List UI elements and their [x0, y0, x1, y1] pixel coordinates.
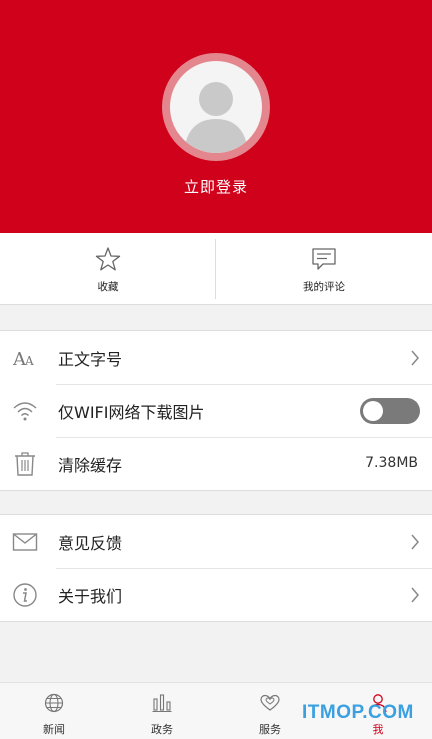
about-label: 关于我们	[58, 587, 123, 606]
tab-news[interactable]: 新闻	[0, 683, 108, 739]
hearts-icon	[260, 694, 280, 711]
feedback-row[interactable]: 意见反馈	[0, 515, 432, 568]
settings-group: A A 正文字号 仅WIFI网络下载图片 清除缓存 7.38MB	[0, 330, 432, 491]
tab-government-label: 政务	[151, 723, 173, 736]
bar-chart-icon	[152, 694, 172, 713]
watermark-text: ITMOP.COM	[302, 702, 414, 723]
tab-news-label: 新闻	[43, 723, 65, 736]
star-icon	[95, 247, 121, 271]
wifi-only-toggle[interactable]	[360, 398, 420, 424]
wifi-only-label: 仅WIFI网络下载图片	[58, 403, 205, 422]
chevron-right-icon	[411, 534, 419, 550]
my-comments-label: 我的评论	[303, 281, 345, 293]
feedback-label: 意见反馈	[58, 534, 123, 553]
more-group: 意见反馈 关于我们	[0, 514, 432, 622]
favorites-label: 收藏	[97, 281, 119, 293]
comment-icon	[312, 248, 336, 270]
font-size-row[interactable]: A A 正文字号	[0, 331, 432, 384]
mail-icon	[12, 533, 38, 551]
cache-size-value: 7.38MB	[365, 455, 418, 471]
toggle-knob	[363, 401, 383, 421]
tab-government[interactable]: 政务	[108, 683, 216, 739]
globe-icon	[44, 693, 64, 713]
clear-cache-row[interactable]: 清除缓存 7.38MB	[0, 437, 432, 490]
profile-header: 立即登录	[0, 0, 432, 233]
default-avatar-icon	[170, 61, 262, 153]
favorites-button[interactable]: 收藏	[0, 233, 216, 305]
avatar[interactable]	[162, 53, 270, 161]
svg-text:A: A	[24, 354, 34, 368]
wifi-icon	[13, 402, 37, 421]
info-icon	[13, 583, 37, 607]
trash-icon	[15, 452, 35, 476]
chevron-right-icon	[411, 587, 419, 603]
chevron-right-icon	[411, 350, 419, 366]
about-row[interactable]: 关于我们	[0, 568, 432, 621]
my-comments-button[interactable]: 我的评论	[216, 233, 432, 305]
font-size-label: 正文字号	[58, 350, 123, 369]
wifi-only-row: 仅WIFI网络下载图片	[0, 384, 432, 437]
clear-cache-label: 清除缓存	[58, 456, 123, 475]
login-link[interactable]: 立即登录	[0, 176, 432, 197]
quick-actions: 收藏 我的评论	[0, 233, 432, 305]
font-size-icon: A A	[12, 349, 34, 370]
